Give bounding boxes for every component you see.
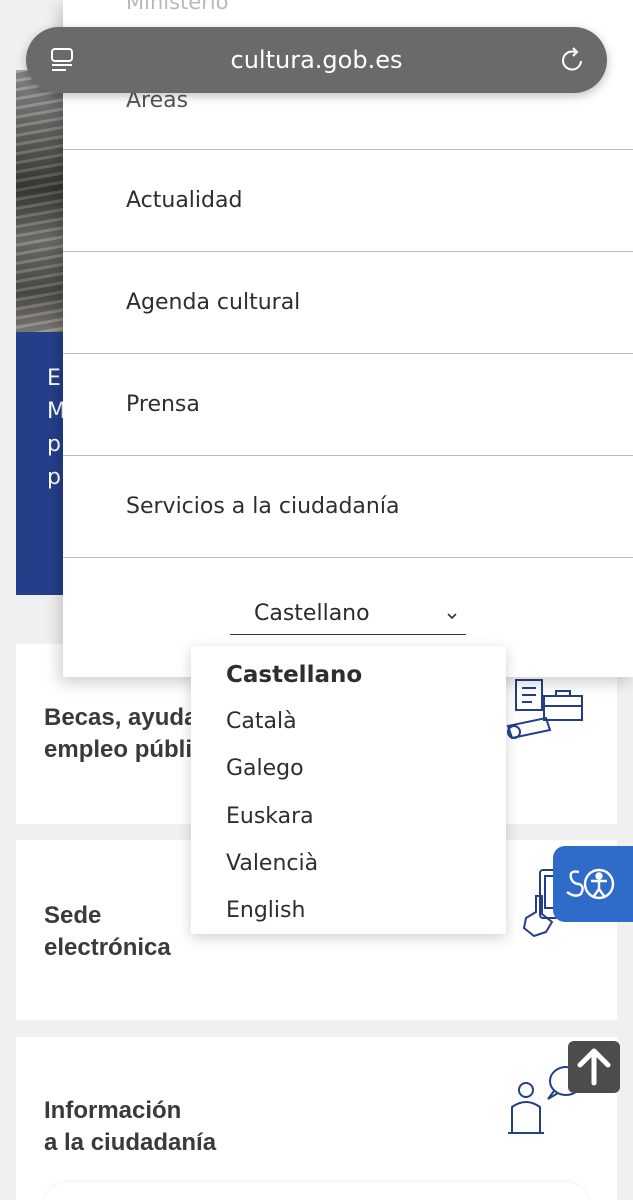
hero-banner[interactable]: E M p p	[16, 332, 64, 595]
hero-image	[16, 70, 64, 332]
hero-text-fragment: M	[47, 399, 64, 424]
menu-item-ministerio[interactable]: Ministerio	[63, 0, 633, 20]
language-option-catala[interactable]: Català	[226, 702, 486, 742]
language-select-value: Castellano	[254, 601, 370, 626]
menu-item-label: Prensa	[126, 392, 200, 417]
briefcase-documents-icon	[506, 679, 583, 740]
menu-item-label: Agenda cultural	[126, 290, 301, 315]
language-select[interactable]: Castellano	[230, 596, 466, 635]
menu-item-label: Actualidad	[126, 188, 243, 213]
accessibility-button[interactable]	[553, 846, 633, 922]
url-text[interactable]: cultura.gob.es	[26, 27, 607, 93]
hero-text-fragment: E	[47, 366, 61, 391]
language-option-castellano[interactable]: Castellano	[226, 655, 486, 695]
hero-text-fragment: p	[47, 432, 61, 457]
menu-item-label: Servicios a la ciudadanía	[126, 494, 400, 519]
menu-item-agenda-cultural[interactable]: Agenda cultural	[63, 252, 633, 354]
language-option-english[interactable]: English	[226, 891, 486, 931]
hero-text-fragment: p	[47, 465, 61, 490]
menu-item-servicios-ciudadania[interactable]: Servicios a la ciudadanía	[63, 456, 633, 558]
browser-address-bar[interactable]: cultura.gob.es	[26, 27, 607, 93]
language-option-valencia[interactable]: Valencià	[226, 844, 486, 884]
card-title: Sede electrónica	[44, 902, 171, 961]
language-option-euskara[interactable]: Euskara	[226, 797, 486, 837]
scroll-to-top-button[interactable]	[568, 1041, 620, 1093]
language-option-galego[interactable]: Galego	[226, 749, 486, 789]
accessibility-icon	[566, 868, 615, 900]
next-card-partial	[44, 1182, 589, 1200]
chevron-down-icon	[447, 613, 457, 620]
menu-item-prensa[interactable]: Prensa	[63, 354, 633, 456]
card-title: Información a la ciudadanía	[44, 1097, 217, 1156]
menu-item-actualidad[interactable]: Actualidad	[63, 150, 633, 252]
reload-icon[interactable]	[557, 44, 589, 76]
arrow-up-icon	[577, 1048, 611, 1086]
card-informacion-ciudadania[interactable]: Información a la ciudadanía	[16, 1037, 617, 1200]
language-dropdown-list: Castellano Català Galego Euskara Valenci…	[191, 646, 506, 934]
